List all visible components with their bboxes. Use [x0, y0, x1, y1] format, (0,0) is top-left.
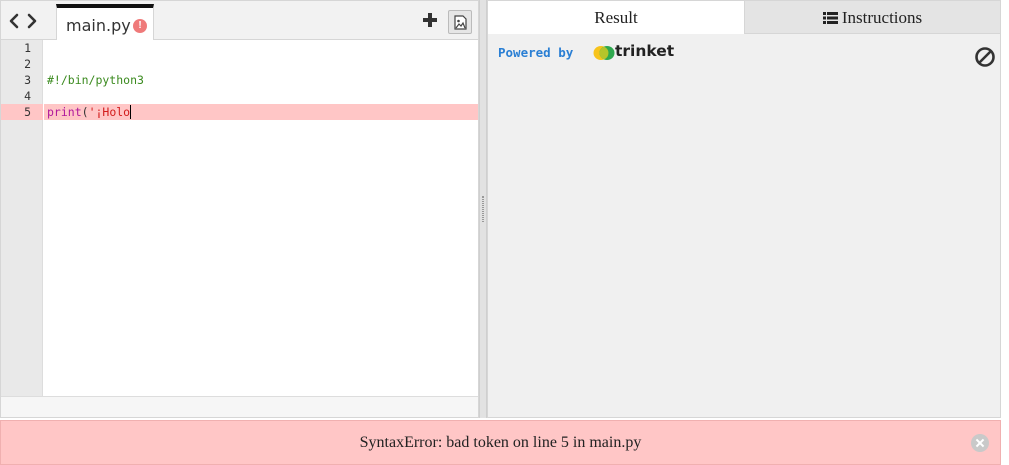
image-icon[interactable] [448, 10, 472, 34]
tab-instructions[interactable]: Instructions [745, 1, 1000, 34]
line-number: 3 [24, 73, 31, 87]
output-tabs: Result Instructions [488, 1, 1000, 34]
trinket-wordmark: trinket [615, 42, 675, 60]
tab-result-label: Result [594, 8, 638, 27]
plus-icon[interactable] [422, 12, 438, 28]
code-comment: #!/bin/python3 [47, 73, 144, 87]
code-line-error: print('¡Holo [44, 104, 478, 120]
tab-result[interactable]: Result [488, 1, 745, 34]
pane-splitter[interactable] [479, 0, 487, 418]
trinket-logo-icon [593, 46, 615, 60]
code-paren: ( [81, 105, 89, 119]
editor-pane: main.py ! 1 2 3 4 5 #!/bin/python3 print… [0, 0, 479, 418]
code-builtin: print [47, 105, 82, 119]
file-tab-label: main.py [66, 16, 131, 35]
error-message: SyntaxError: bad token on line 5 in main… [359, 434, 642, 451]
line-number-gutter: 1 2 3 4 5 [1, 40, 43, 396]
splitter-grip-icon [482, 196, 484, 222]
output-area: Powered by trinket [488, 34, 1000, 417]
error-icon: ! [133, 19, 147, 33]
close-icon[interactable] [971, 434, 989, 452]
line-number: 2 [24, 57, 31, 71]
clear-icon[interactable] [974, 46, 996, 68]
error-bar: SyntaxError: bad token on line 5 in main… [0, 420, 1001, 465]
line-number: 4 [24, 89, 31, 103]
line-number-error: 5 [1, 104, 43, 120]
powered-by-label: Powered by [498, 45, 574, 60]
editor-toolbar: main.py ! [1, 1, 478, 41]
code-editor[interactable]: #!/bin/python3 print('¡Holo [44, 40, 478, 396]
tab-instructions-label: Instructions [841, 8, 923, 27]
editor-horizontal-scrollbar[interactable] [1, 396, 478, 417]
file-tab-main-py[interactable]: main.py ! [56, 4, 154, 41]
code-string: '¡Holo [88, 105, 131, 119]
output-pane: Result Instructions Powered by trinket [487, 0, 1001, 418]
chevron-right-icon[interactable] [25, 12, 39, 30]
code-line: #!/bin/python3 [44, 72, 478, 88]
list-icon [822, 12, 838, 24]
chevron-left-icon[interactable] [7, 12, 21, 30]
text-cursor [130, 105, 132, 119]
line-number: 1 [24, 41, 31, 55]
